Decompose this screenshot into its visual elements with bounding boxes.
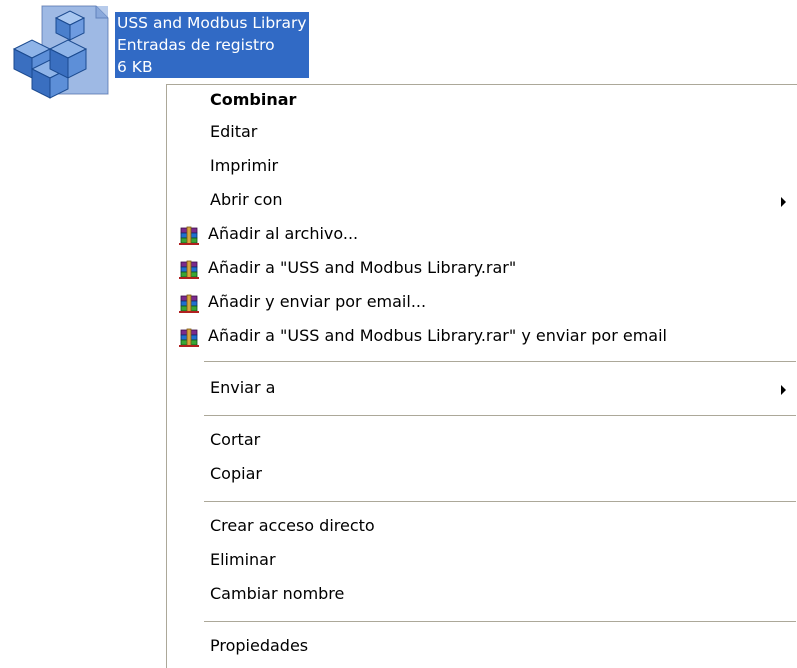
menu-separator bbox=[204, 361, 796, 362]
file-label[interactable]: USS and Modbus Library Entradas de regis… bbox=[115, 12, 309, 78]
menu-item-label: Imprimir bbox=[210, 156, 279, 175]
winrar-icon bbox=[179, 294, 199, 313]
menu-item-imprimir[interactable]: Imprimir bbox=[167, 151, 796, 185]
menu-item-label: Cortar bbox=[210, 430, 261, 449]
menu-item-eliminar[interactable]: Eliminar bbox=[167, 545, 796, 579]
registry-file-icon[interactable] bbox=[4, 4, 112, 104]
winrar-icon bbox=[179, 328, 199, 347]
context-menu: Combinar Editar Imprimir Abrir con Añadi… bbox=[166, 84, 797, 668]
menu-item-label: Cambiar nombre bbox=[210, 584, 345, 603]
file-type: Entradas de registro bbox=[117, 36, 275, 54]
menu-item-label: Editar bbox=[210, 122, 258, 141]
menu-item-label: Añadir a "USS and Modbus Library.rar" bbox=[208, 258, 517, 277]
menu-separator bbox=[204, 621, 796, 622]
menu-item-combinar[interactable]: Combinar bbox=[167, 85, 796, 119]
winrar-icon bbox=[179, 226, 199, 245]
menu-item-label: Crear acceso directo bbox=[210, 516, 375, 535]
file-size: 6 KB bbox=[117, 58, 153, 76]
menu-item-propiedades[interactable]: Propiedades bbox=[167, 631, 796, 665]
menu-item-cambiar-nombre[interactable]: Cambiar nombre bbox=[167, 579, 796, 613]
winrar-icon bbox=[179, 260, 199, 279]
submenu-arrow-icon bbox=[781, 197, 786, 207]
menu-item-anadir-al-archivo[interactable]: Añadir al archivo... bbox=[167, 219, 796, 253]
menu-item-anadir-y-enviar[interactable]: Añadir y enviar por email... bbox=[167, 287, 796, 321]
menu-item-enviar-a[interactable]: Enviar a bbox=[167, 373, 796, 407]
file-name: USS and Modbus Library bbox=[117, 14, 307, 32]
submenu-arrow-icon bbox=[781, 385, 786, 395]
menu-item-anadir-a-rar[interactable]: Añadir a "USS and Modbus Library.rar" bbox=[167, 253, 796, 287]
menu-separator bbox=[204, 415, 796, 416]
menu-item-label: Abrir con bbox=[210, 190, 283, 209]
menu-item-abrir-con[interactable]: Abrir con bbox=[167, 185, 796, 219]
menu-item-label: Añadir y enviar por email... bbox=[208, 292, 427, 311]
menu-item-label: Añadir a "USS and Modbus Library.rar" y … bbox=[208, 326, 667, 345]
menu-item-copiar[interactable]: Copiar bbox=[167, 459, 796, 493]
menu-item-crear-acceso-directo[interactable]: Crear acceso directo bbox=[167, 511, 796, 545]
menu-separator bbox=[204, 501, 796, 502]
menu-item-editar[interactable]: Editar bbox=[167, 117, 796, 151]
menu-item-anadir-a-rar-y-enviar[interactable]: Añadir a "USS and Modbus Library.rar" y … bbox=[167, 321, 796, 355]
menu-item-label: Eliminar bbox=[210, 550, 276, 569]
menu-item-label: Copiar bbox=[210, 464, 262, 483]
menu-item-label: Combinar bbox=[210, 90, 297, 109]
menu-item-label: Propiedades bbox=[210, 636, 309, 655]
menu-item-cortar[interactable]: Cortar bbox=[167, 425, 796, 459]
menu-item-label: Añadir al archivo... bbox=[208, 224, 359, 243]
menu-item-label: Enviar a bbox=[210, 378, 276, 397]
